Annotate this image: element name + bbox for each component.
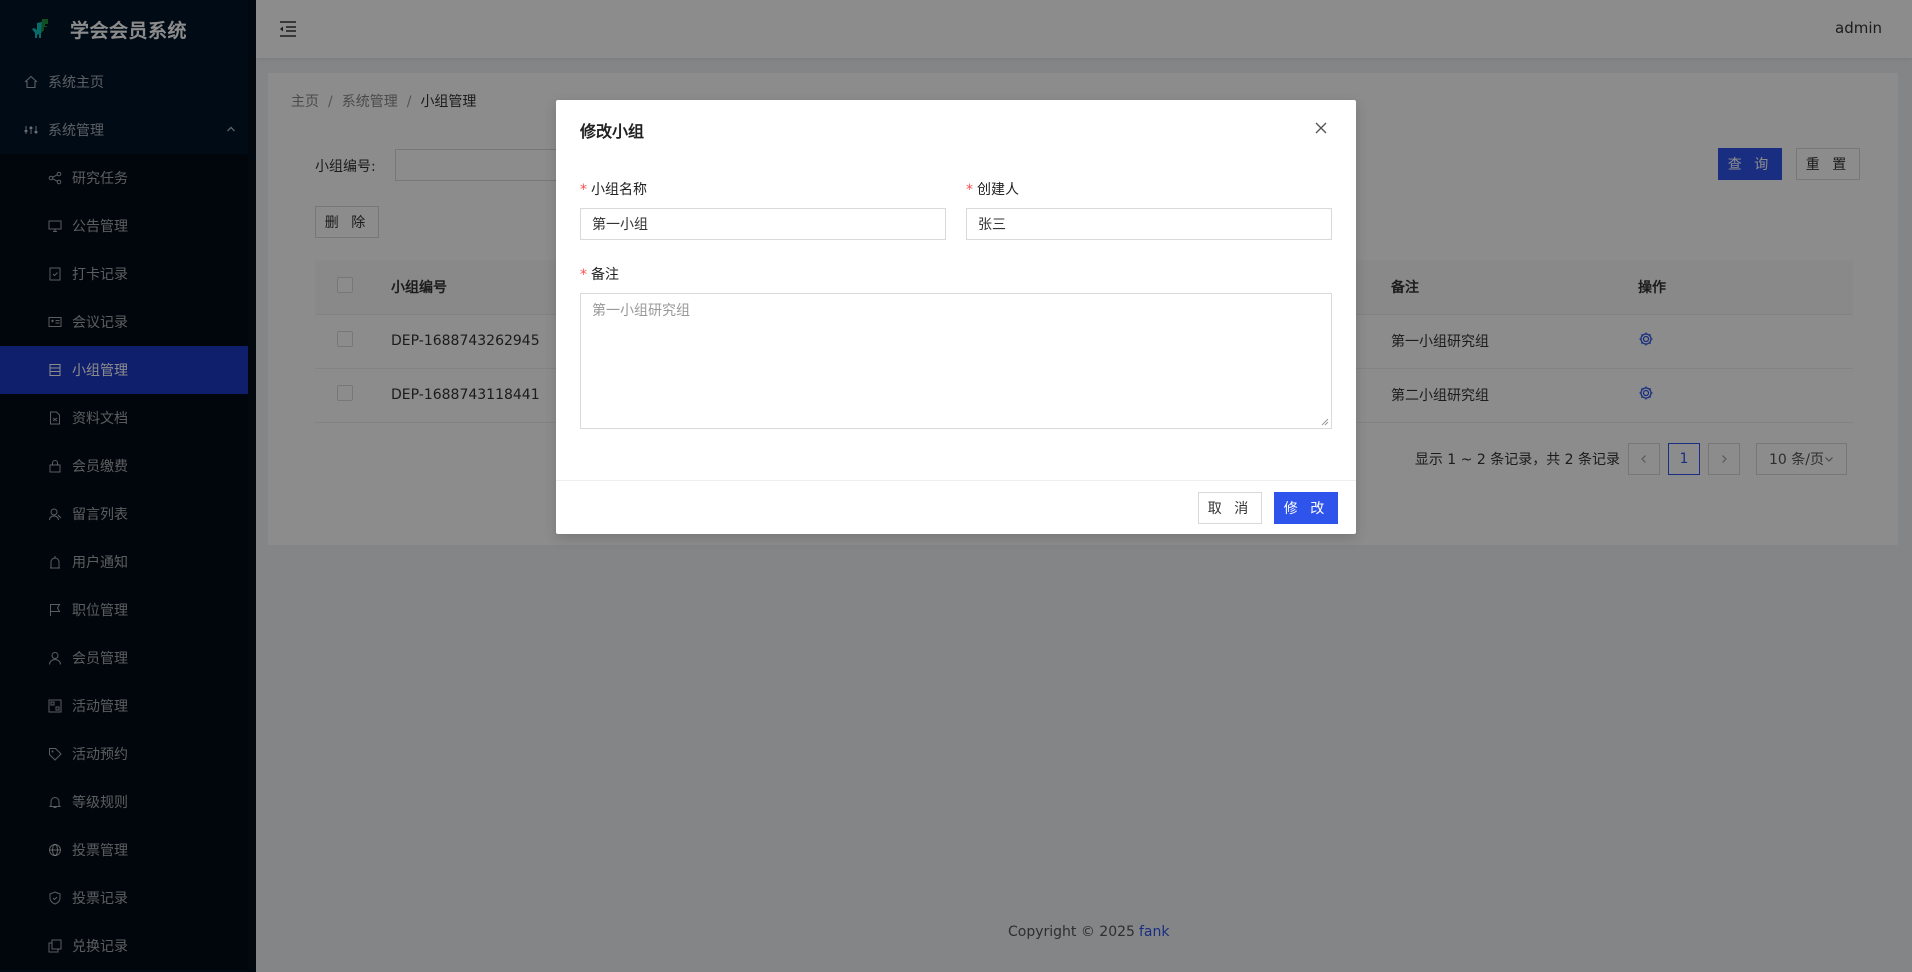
creator-input[interactable]: 张三: [966, 208, 1332, 240]
creator-label: * 创建人: [966, 182, 1019, 198]
remark-placeholder: 第一小组研究组: [592, 303, 690, 319]
close-icon[interactable]: [1314, 121, 1328, 135]
resize-grip-icon[interactable]: [1321, 418, 1329, 426]
group-name-label: * 小组名称: [580, 182, 647, 198]
submit-button[interactable]: 修 改: [1274, 492, 1338, 524]
cancel-button[interactable]: 取 消: [1198, 492, 1262, 524]
modal-title: 修改小组: [580, 122, 645, 141]
edit-group-modal: 修改小组 * 小组名称 第一小组 * 创建人 张三 * 备注 第一小组研究组 取 消 …: [556, 100, 1356, 534]
modal-footer: 取 消 修 改: [556, 480, 1356, 534]
remark-textarea[interactable]: 第一小组研究组: [580, 293, 1332, 429]
remark-label: * 备注: [580, 267, 619, 283]
group-name-input[interactable]: 第一小组: [580, 208, 946, 240]
